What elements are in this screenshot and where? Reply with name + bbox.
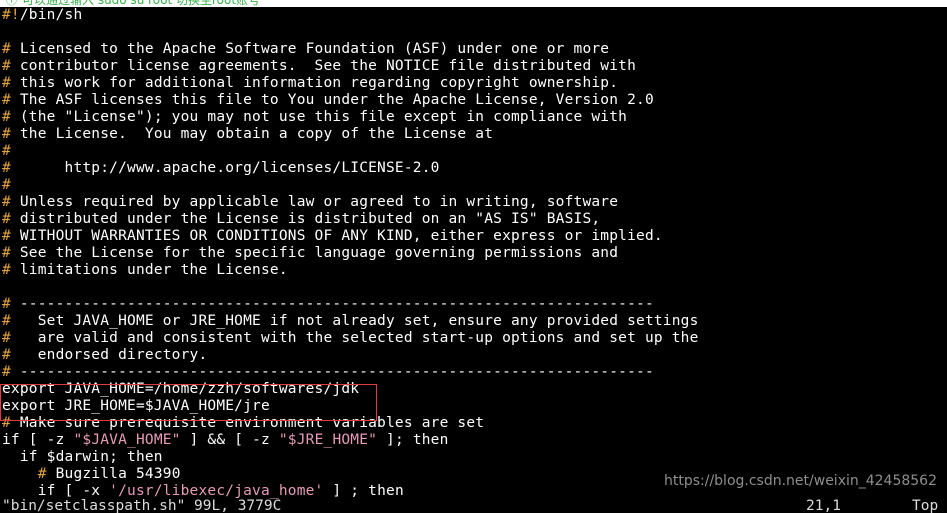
code-line: # (the "License"); you may not use this … bbox=[0, 109, 947, 126]
root-hint-bar: ⓘ 可以通过输入 sudo su root 切换至root账号 bbox=[0, 0, 947, 7]
code-token: contributor license agreements. See the … bbox=[10, 58, 637, 74]
code-line: # WITHOUT WARRANTIES OR CONDITIONS OF AN… bbox=[0, 228, 947, 245]
code-token: # bbox=[37, 466, 47, 482]
code-token: ]; then bbox=[377, 432, 449, 448]
code-token: ] ; then bbox=[323, 483, 404, 499]
code-token: # bbox=[2, 75, 11, 91]
code-token: Make sure prerequisite environment varia… bbox=[10, 415, 485, 431]
code-line: # contributor license agreements. See th… bbox=[0, 58, 947, 75]
code-token: Set JAVA_HOME or JRE_HOME if not already… bbox=[10, 313, 699, 329]
code-token: # bbox=[2, 109, 11, 125]
code-line: #!/bin/sh bbox=[0, 7, 947, 24]
code-token: # bbox=[2, 228, 11, 244]
code-token: the License. You may obtain a copy of th… bbox=[10, 126, 494, 142]
code-token: ----------------------------------------… bbox=[10, 364, 654, 380]
code-token: export JRE_HOME=$JAVA_HOME/jre bbox=[2, 398, 270, 414]
code-token: are valid and consistent with the select… bbox=[10, 330, 699, 346]
code-line: # Set JAVA_HOME or JRE_HOME if not alrea… bbox=[0, 313, 947, 330]
code-token: The ASF licenses this file to You under … bbox=[10, 92, 654, 108]
status-scroll-position: Top bbox=[912, 498, 939, 513]
code-token: "$JRE_HOME" bbox=[278, 432, 378, 448]
code-token: # bbox=[2, 347, 11, 363]
code-token: "$JAVA_HOME" bbox=[73, 432, 181, 448]
code-token: # bbox=[2, 262, 11, 278]
root-hint-text: 可以通过输入 sudo su root 切换至root账号 bbox=[22, 0, 261, 7]
code-token: (the "License"); you may not use this fi… bbox=[10, 109, 628, 125]
code-token: See the License for the specific languag… bbox=[10, 245, 619, 261]
code-token: WITHOUT WARRANTIES OR CONDITIONS OF ANY … bbox=[10, 228, 663, 244]
code-token: '/usr/libexec/java_home' bbox=[109, 483, 324, 499]
code-line: # The ASF licenses this file to You unde… bbox=[0, 92, 947, 109]
code-line: # this work for additional information r… bbox=[0, 75, 947, 92]
code-token: ----------------------------------------… bbox=[10, 296, 654, 312]
code-line: if $darwin; then bbox=[0, 449, 947, 466]
code-token: this work for additional information reg… bbox=[10, 75, 619, 91]
code-token: distributed under the License is distrib… bbox=[10, 211, 601, 227]
code-line: # are valid and consistent with the sele… bbox=[0, 330, 947, 347]
status-file-info: "bin/setclasspath.sh" 99L, 3779C bbox=[2, 498, 282, 513]
code-token: #! bbox=[2, 7, 20, 23]
code-line: export JAVA_HOME=/home/zzh/softwares/jdk bbox=[0, 381, 947, 398]
code-token: # bbox=[2, 313, 11, 329]
code-token: # bbox=[2, 126, 11, 142]
code-line: if [ -z "$JAVA_HOME" ] && [ -z "$JRE_HOM… bbox=[0, 432, 947, 449]
code-token: Licensed to the Apache Software Foundati… bbox=[10, 41, 610, 57]
code-token: if [ -x bbox=[2, 483, 110, 499]
info-icon: ⓘ bbox=[6, 0, 17, 7]
code-token: if [ -z bbox=[2, 432, 74, 448]
code-token: # bbox=[2, 330, 11, 346]
code-line: export JRE_HOME=$JAVA_HOME/jre bbox=[0, 398, 947, 415]
code-line: # See the License for the specific langu… bbox=[0, 245, 947, 262]
code-token: http://www.apache.org/licenses/LICENSE-2… bbox=[10, 160, 440, 176]
csdn-watermark: https://blog.csdn.net/weixin_42458562 bbox=[663, 473, 937, 489]
code-line: # http://www.apache.org/licenses/LICENSE… bbox=[0, 160, 947, 177]
code-token: # bbox=[2, 194, 11, 210]
terminal-screen: ⓘ 可以通过输入 sudo su root 切换至root账号 #!/bin/s… bbox=[0, 0, 947, 513]
status-cursor-position: 21,1 bbox=[806, 498, 841, 513]
code-token: # bbox=[2, 58, 11, 74]
code-token: # bbox=[2, 160, 11, 176]
vim-status-line: "bin/setclasspath.sh" 99L, 3779C 21,1 To… bbox=[0, 499, 947, 513]
code-token: if $darwin; then bbox=[2, 449, 163, 465]
code-line: # limitations under the License. bbox=[0, 262, 947, 279]
code-line: # bbox=[0, 143, 947, 160]
code-token: export JAVA_HOME=/home/zzh/softwares/jdk bbox=[2, 381, 360, 397]
code-token: Unless required by applicable law or agr… bbox=[10, 194, 619, 210]
code-token: /bin/sh bbox=[19, 7, 83, 23]
code-token: # bbox=[2, 245, 11, 261]
code-token: limitations under the License. bbox=[10, 262, 288, 278]
code-line: # the License. You may obtain a copy of … bbox=[0, 126, 947, 143]
code-token: # bbox=[2, 296, 11, 312]
code-token: ] && [ -z bbox=[180, 432, 279, 448]
code-token: # bbox=[2, 364, 11, 380]
code-line: # distributed under the License is distr… bbox=[0, 211, 947, 228]
code-line: # --------------------------------------… bbox=[0, 296, 947, 313]
code-token: # bbox=[2, 41, 11, 57]
code-token: # bbox=[2, 143, 11, 159]
code-token: endorsed directory. bbox=[10, 347, 208, 363]
code-line: # Licensed to the Apache Software Founda… bbox=[0, 41, 947, 58]
code-line: # endorsed directory. bbox=[0, 347, 947, 364]
code-token: Bugzilla 54390 bbox=[46, 466, 181, 482]
vim-buffer[interactable]: #!/bin/sh # Licensed to the Apache Softwa… bbox=[0, 7, 947, 513]
code-line: # --------------------------------------… bbox=[0, 364, 947, 381]
code-token: # bbox=[2, 92, 11, 108]
code-line: # Unless required by applicable law or a… bbox=[0, 194, 947, 211]
code-token: # bbox=[2, 177, 11, 193]
code-line: # Make sure prerequisite environment var… bbox=[0, 415, 947, 432]
code-token: # bbox=[2, 415, 11, 431]
code-line: # bbox=[0, 177, 947, 194]
code-token: # bbox=[2, 211, 11, 227]
